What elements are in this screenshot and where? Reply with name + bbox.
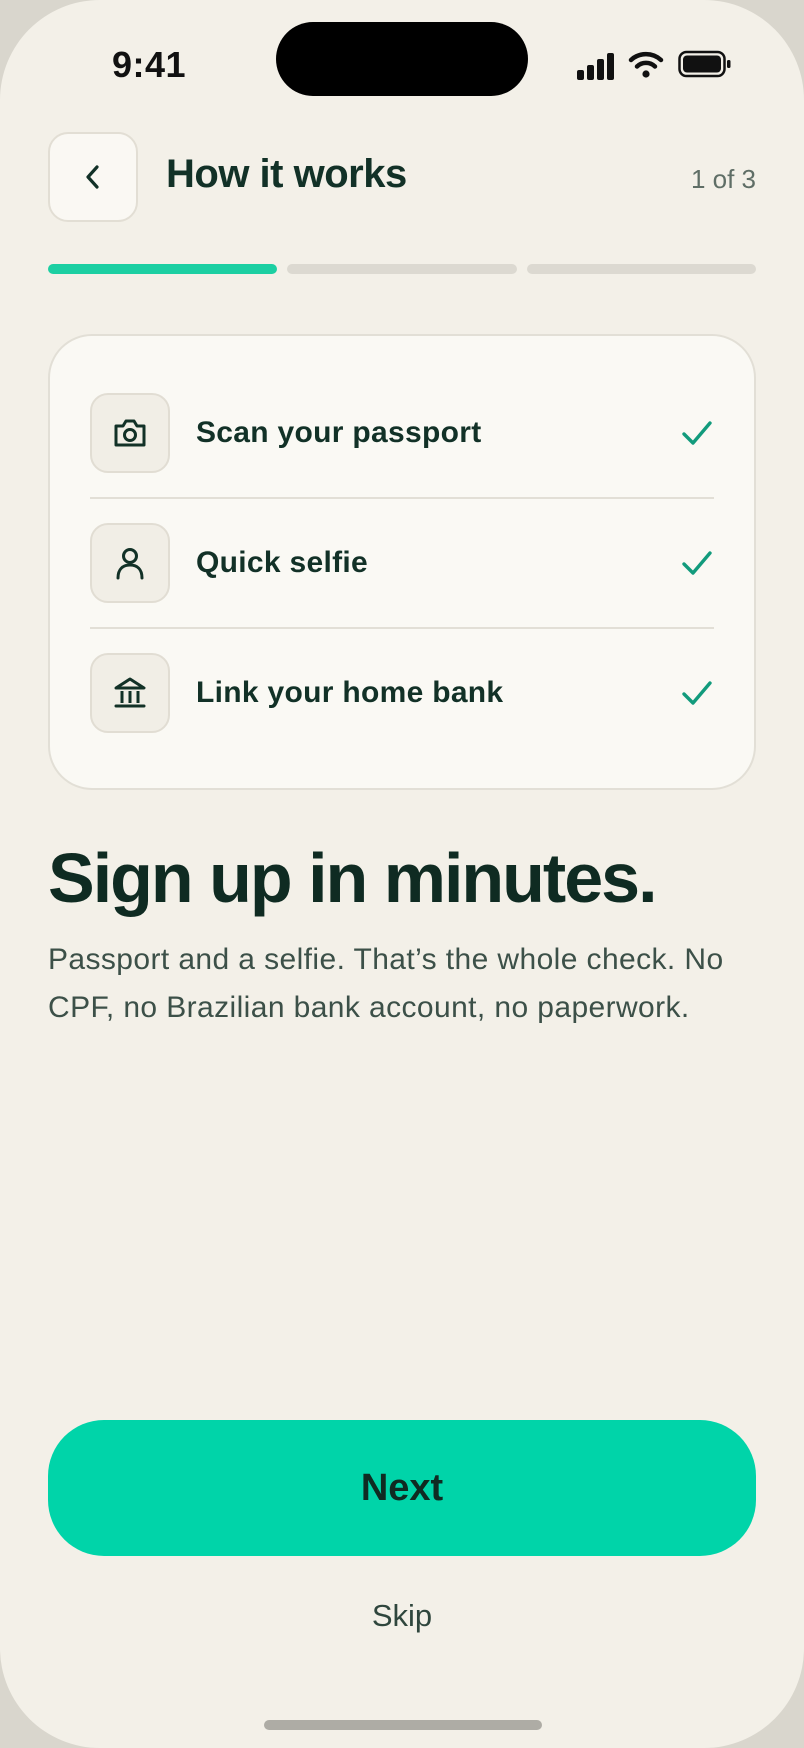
list-item-quick-selfie: Quick selfie [90, 523, 714, 603]
person-icon [90, 523, 170, 603]
progress-segment-3 [526, 264, 756, 274]
home-indicator [264, 1720, 542, 1730]
back-button[interactable] [48, 132, 138, 222]
list-item-link-bank: Link your home bank [90, 653, 714, 733]
progress-segment-2 [287, 264, 517, 274]
steps-card: Scan your passport Quick selfie Link you… [48, 334, 756, 790]
bank-icon [90, 653, 170, 733]
step-counter: 1 of 3 [690, 164, 756, 194]
divider [90, 627, 714, 629]
divider [90, 497, 714, 499]
check-icon [682, 551, 712, 575]
dynamic-island [276, 22, 528, 96]
cellular-signal-icon [577, 52, 615, 80]
chevron-left-icon [86, 165, 99, 189]
battery-icon [678, 50, 731, 78]
progress-bar [48, 264, 756, 274]
check-icon [682, 421, 712, 445]
step-label: Quick selfie [196, 546, 369, 579]
wifi-icon [628, 51, 664, 78]
next-button[interactable]: Next [48, 1420, 756, 1556]
body-text: Passport and a selfie. That’s the whole … [48, 943, 724, 1024]
step-label: Scan your passport [196, 416, 482, 449]
list-item-scan-passport: Scan your passport [90, 393, 714, 473]
skip-link[interactable]: Skip [0, 1598, 804, 1634]
camera-icon [90, 393, 170, 473]
check-icon [682, 681, 712, 705]
headline: Sign up in minutes. [48, 839, 658, 917]
status-time: 9:41 [112, 44, 187, 85]
progress-segment-1 [48, 264, 278, 274]
step-label: Link your home bank [196, 676, 504, 709]
page-title: How it works [166, 152, 407, 196]
phone-screen: 9:41 How it works 1 of 3 Scan your passp… [0, 0, 804, 1748]
